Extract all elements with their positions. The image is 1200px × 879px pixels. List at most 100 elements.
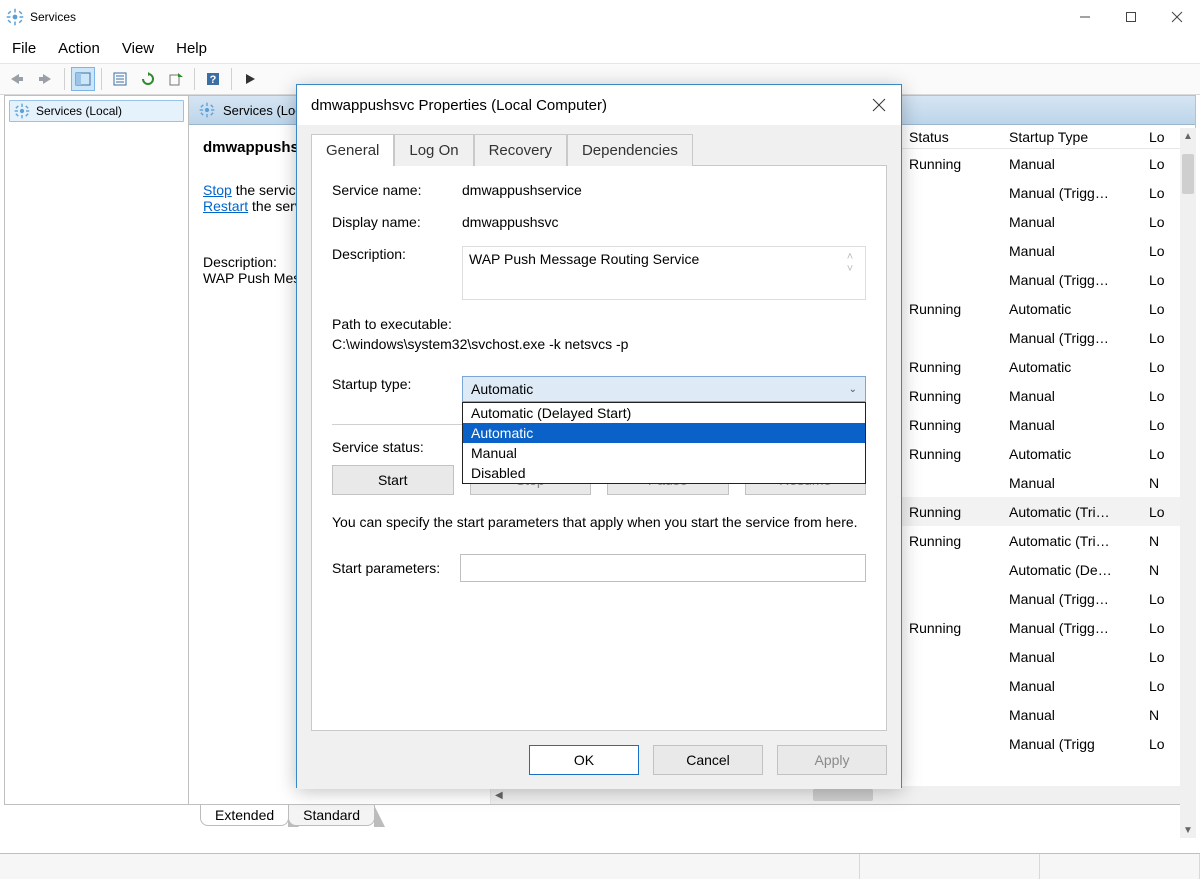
apply-button[interactable]: Apply — [777, 745, 887, 775]
cell-startup: Manual — [1005, 417, 1145, 433]
cell-log: Lo — [1145, 504, 1175, 520]
tab-logon[interactable]: Log On — [394, 134, 473, 166]
cell-startup: Manual — [1005, 156, 1145, 172]
restart-link[interactable]: Restart — [203, 198, 248, 214]
cell-log: N — [1145, 562, 1175, 578]
startup-option[interactable]: Manual — [463, 443, 865, 463]
cell-startup: Manual — [1005, 388, 1145, 404]
cell-startup: Manual (Trigg… — [1005, 330, 1145, 346]
window-titlebar: Services — [0, 0, 1200, 34]
chevron-down-icon: ⌄ — [849, 384, 857, 395]
col-status[interactable]: Status — [905, 129, 1005, 145]
cell-log: Lo — [1145, 591, 1175, 607]
startup-type-select[interactable]: Automatic ⌄ Automatic (Delayed Start)Aut… — [462, 376, 866, 402]
cell-startup: Automatic (De… — [1005, 562, 1145, 578]
menu-help[interactable]: Help — [176, 40, 207, 57]
tree-node-services-local[interactable]: Services (Local) — [9, 100, 184, 122]
cancel-button[interactable]: Cancel — [653, 745, 763, 775]
service-status-label: Service status: — [332, 439, 462, 455]
toolbar-separator — [194, 68, 195, 90]
scrollbar-thumb[interactable] — [1182, 154, 1194, 194]
cell-log: Lo — [1145, 649, 1175, 665]
cell-startup: Automatic — [1005, 301, 1145, 317]
col-log[interactable]: Lo — [1145, 129, 1175, 145]
cell-log: N — [1145, 707, 1175, 723]
cell-status: Running — [905, 620, 1005, 636]
start-service-button[interactable] — [238, 67, 262, 91]
refresh-button[interactable] — [136, 67, 160, 91]
startup-option[interactable]: Automatic — [463, 423, 865, 443]
gear-icon — [6, 8, 24, 26]
cell-startup: Manual (Trigg… — [1005, 272, 1145, 288]
scrollbar-thumb[interactable] — [813, 789, 873, 801]
minimize-button[interactable] — [1062, 3, 1108, 31]
startup-option[interactable]: Disabled — [463, 463, 865, 483]
tab-dependencies[interactable]: Dependencies — [567, 134, 693, 166]
chevron-up-icon: ˄ — [847, 251, 853, 263]
description-scroll[interactable]: ˄˅ — [841, 251, 859, 275]
tab-panel-general: Service name: dmwappushservice Display n… — [311, 165, 887, 731]
display-name-label: Display name: — [332, 214, 462, 230]
back-button[interactable] — [6, 67, 30, 91]
menu-file[interactable]: File — [12, 40, 36, 57]
close-button[interactable] — [1154, 3, 1200, 31]
statusbar-cell — [0, 854, 860, 879]
start-params-input[interactable] — [460, 554, 866, 582]
cell-log: Lo — [1145, 330, 1175, 346]
path-value: C:\windows\system32\svchost.exe -k netsv… — [332, 336, 866, 352]
start-params-note: You can specify the start parameters tha… — [332, 513, 866, 532]
col-startup[interactable]: Startup Type — [1005, 129, 1145, 145]
cell-log: Lo — [1145, 214, 1175, 230]
cell-startup: Manual (Trigg… — [1005, 185, 1145, 201]
toolbar-separator — [101, 68, 102, 90]
scroll-up-icon[interactable]: ▲ — [1180, 128, 1196, 144]
cell-startup: Manual — [1005, 214, 1145, 230]
startup-type-selected: Automatic — [471, 381, 533, 397]
stop-link[interactable]: Stop — [203, 182, 232, 198]
cell-status: Running — [905, 301, 1005, 317]
svg-text:?: ? — [210, 74, 217, 86]
ok-button[interactable]: OK — [529, 745, 639, 775]
properties-dialog: dmwappushsvc Properties (Local Computer)… — [296, 84, 902, 788]
tab-general[interactable]: General — [311, 134, 394, 166]
cell-startup: Manual — [1005, 649, 1145, 665]
description-label: Description: — [332, 246, 462, 262]
help-button[interactable]: ? — [201, 67, 225, 91]
export-button[interactable] — [164, 67, 188, 91]
tab-extended[interactable]: Extended — [200, 805, 289, 826]
statusbar — [0, 853, 1200, 879]
tab-recovery[interactable]: Recovery — [474, 134, 567, 166]
forward-button[interactable] — [34, 67, 58, 91]
scroll-down-icon[interactable]: ▼ — [1180, 822, 1196, 838]
cell-startup: Manual (Trigg… — [1005, 620, 1145, 636]
properties-button[interactable] — [108, 67, 132, 91]
cell-startup: Manual (Trigg… — [1005, 591, 1145, 607]
start-params-label: Start parameters: — [332, 560, 440, 576]
dialog-footer: OK Cancel Apply — [311, 731, 887, 775]
vertical-scrollbar[interactable]: ▲ ▼ — [1180, 128, 1196, 838]
cell-startup: Manual — [1005, 243, 1145, 259]
path-label: Path to executable: — [332, 316, 866, 332]
show-hide-tree-button[interactable] — [71, 67, 95, 91]
tab-standard[interactable]: Standard — [288, 805, 375, 826]
dialog-close-button[interactable] — [867, 93, 891, 117]
cell-log: Lo — [1145, 388, 1175, 404]
cell-log: Lo — [1145, 446, 1175, 462]
window-controls — [1062, 3, 1200, 31]
menu-action[interactable]: Action — [58, 40, 100, 57]
cell-log: N — [1145, 475, 1175, 491]
startup-type-dropdown: Automatic (Delayed Start)AutomaticManual… — [462, 402, 866, 484]
tree-node-label: Services (Local) — [36, 104, 122, 118]
startup-option[interactable]: Automatic (Delayed Start) — [463, 403, 865, 423]
cell-status: Running — [905, 359, 1005, 375]
tree-pane: Services (Local) — [5, 96, 189, 804]
close-icon — [872, 98, 886, 112]
menu-view[interactable]: View — [122, 40, 154, 57]
service-name-value: dmwappushservice — [462, 182, 582, 198]
statusbar-cell — [1040, 854, 1200, 879]
toolbar-separator — [231, 68, 232, 90]
cell-status: Running — [905, 446, 1005, 462]
start-button[interactable]: Start — [332, 465, 454, 495]
maximize-button[interactable] — [1108, 3, 1154, 31]
cell-status: Running — [905, 504, 1005, 520]
